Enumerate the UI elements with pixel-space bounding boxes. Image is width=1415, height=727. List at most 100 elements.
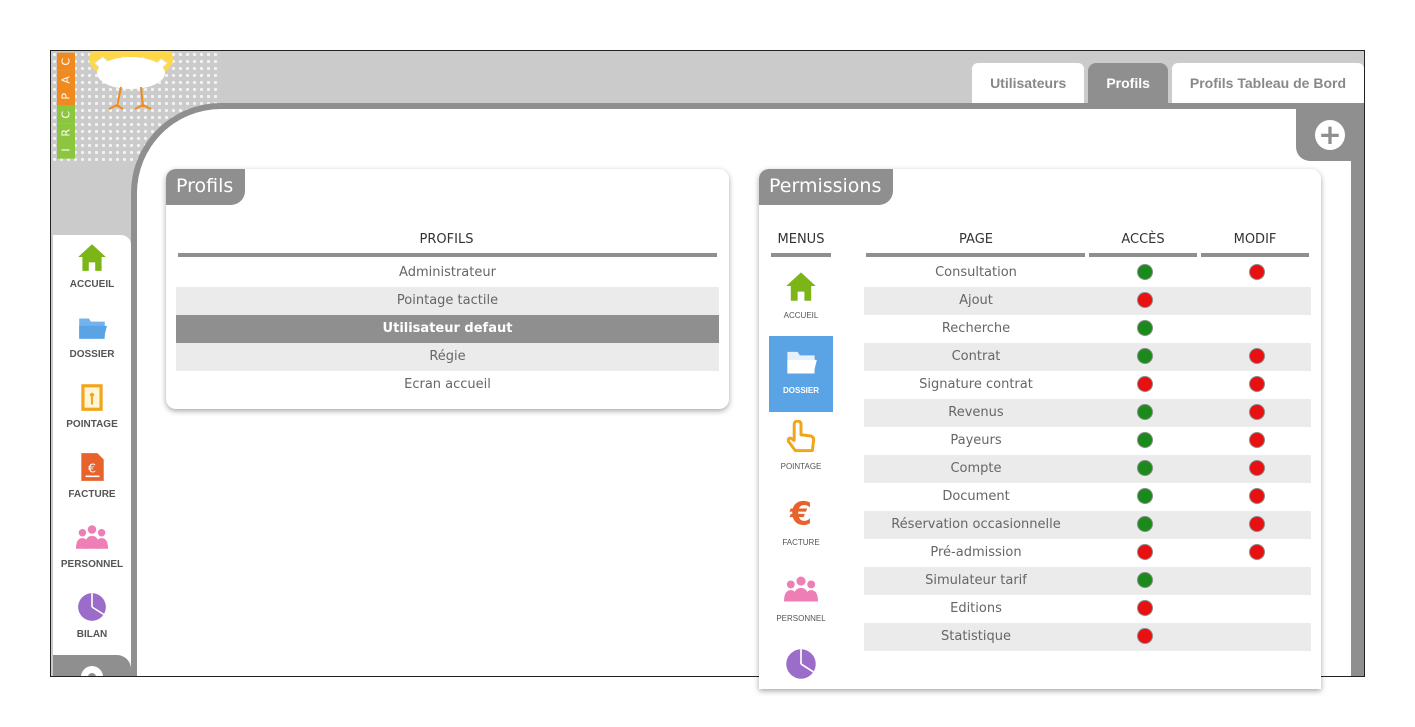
permission-row: Editions [864, 595, 1311, 623]
acces-toggle-red[interactable] [1137, 292, 1153, 308]
header-divider [1089, 253, 1197, 257]
menu-item-label: PERSONNEL [776, 614, 826, 623]
menu-item-label: DOSSIER [782, 386, 819, 395]
nav-item-facture[interactable]: € FACTURE [53, 451, 131, 500]
nav-item-pointage[interactable]: POINTAGE [53, 381, 131, 430]
pie-chart-icon [769, 647, 833, 685]
modif-toggle-red[interactable] [1249, 376, 1265, 392]
acces-toggle-green[interactable] [1137, 516, 1153, 532]
people-icon [769, 572, 833, 610]
home-icon [769, 269, 833, 307]
modif-header: MODIF [1233, 232, 1277, 247]
add-button[interactable]: + [1296, 109, 1364, 161]
plus-circle-icon: + [1315, 120, 1345, 150]
invoice-icon: € [53, 451, 131, 487]
svg-text:€: € [789, 496, 812, 530]
nav-item-label: DOSSIER [69, 349, 115, 360]
menu-item[interactable] [769, 639, 833, 689]
permission-row: Signature contrat [864, 371, 1311, 399]
permission-page-label: Revenus [948, 405, 1004, 420]
permission-page-label: Ajout [959, 293, 993, 308]
tab-utilisateurs[interactable]: Utilisateurs [972, 63, 1085, 103]
acces-toggle-green[interactable] [1137, 264, 1153, 280]
permissions-card: Permissions MENUS PAGE ACCÈS MODIF ACCUE… [759, 169, 1321, 689]
permission-page-label: Pré-admission [930, 545, 1022, 560]
permission-row: Payeurs [864, 427, 1311, 455]
nav-item-label: BILAN [76, 629, 108, 640]
menu-item-pointage[interactable]: POINTAGE [769, 412, 833, 484]
modif-toggle-red[interactable] [1249, 348, 1265, 364]
permission-page-label: Statistique [941, 629, 1011, 644]
acces-toggle-green[interactable] [1137, 348, 1153, 364]
permission-row: Pré-admission [864, 539, 1311, 567]
modif-toggle-red[interactable] [1249, 544, 1265, 560]
nav-item-bilan[interactable]: BILAN [53, 591, 131, 640]
menu-item-dossier[interactable]: DOSSIER [769, 336, 833, 412]
acces-toggle-red[interactable] [1137, 376, 1153, 392]
brand-letter: C [57, 106, 75, 124]
acces-toggle-green[interactable] [1137, 404, 1153, 420]
permission-row: Consultation [864, 259, 1311, 287]
permission-page-label: Payeurs [950, 433, 1002, 448]
menu-item-label: ACCUEIL [783, 311, 819, 320]
menu-item-label: FACTURE [782, 538, 820, 547]
modif-toggle-red[interactable] [1249, 488, 1265, 504]
profils-title: Profils [166, 169, 246, 205]
acces-toggle-green[interactable] [1137, 488, 1153, 504]
acces-toggle-red[interactable] [1137, 628, 1153, 644]
permission-row: Simulateur tarif [864, 567, 1311, 595]
permission-page-label: Réservation occasionnelle [891, 517, 1061, 532]
menu-item-personnel[interactable]: PERSONNEL [769, 564, 833, 636]
menu-item-label: POINTAGE [780, 462, 822, 471]
acces-header: ACCÈS [1121, 232, 1165, 247]
profil-row[interactable]: Ecran accueil [176, 371, 719, 399]
modif-toggle-red[interactable] [1249, 432, 1265, 448]
gear-icon [81, 666, 103, 676]
door-icon [53, 381, 131, 417]
menu-item-facture[interactable]: € FACTURE [769, 488, 833, 560]
modif-toggle-red[interactable] [1249, 516, 1265, 532]
acces-toggle-green[interactable] [1137, 460, 1153, 476]
permission-row: Revenus [864, 399, 1311, 427]
permission-row: Compte [864, 455, 1311, 483]
tab-profils-tableau-de-bord[interactable]: Profils Tableau de Bord [1171, 63, 1364, 103]
nav-item-label: PERSONNEL [60, 559, 124, 570]
profil-row[interactable]: Régie [176, 343, 719, 371]
modif-toggle-red[interactable] [1249, 264, 1265, 280]
profil-row[interactable]: Pointage tactile [176, 287, 719, 315]
permission-page-label: Editions [950, 601, 1002, 616]
brand-letter: R [57, 123, 75, 142]
permission-page-label: Compte [950, 461, 1002, 476]
nav-item-dossier[interactable]: DOSSIER [53, 311, 131, 360]
acces-toggle-green[interactable] [1137, 572, 1153, 588]
pie-chart-icon [53, 591, 131, 627]
scrollbar-track[interactable] [1351, 103, 1364, 676]
nav-item-label: ACCUEIL [69, 279, 115, 290]
acces-toggle-green[interactable] [1137, 320, 1153, 336]
profil-row[interactable]: Administrateur [176, 259, 719, 287]
header-divider [771, 253, 831, 257]
permission-row: Contrat [864, 343, 1311, 371]
acces-toggle-green[interactable] [1137, 432, 1153, 448]
chick-mascot-icon [89, 51, 173, 110]
tab-profils[interactable]: Profils [1088, 63, 1168, 103]
settings-button[interactable] [53, 655, 131, 676]
modif-toggle-red[interactable] [1249, 404, 1265, 420]
acces-toggle-red[interactable] [1137, 544, 1153, 560]
permission-page-label: Simulateur tarif [925, 573, 1027, 588]
permission-page-label: Consultation [935, 265, 1017, 280]
permission-row: Recherche [864, 315, 1311, 343]
permission-row: Document [864, 483, 1311, 511]
nav-item-personnel[interactable]: PERSONNEL [53, 521, 131, 570]
tab-bar: Utilisateurs Profils Profils Tableau de … [972, 63, 1364, 103]
nav-item-accueil[interactable]: ACCUEIL [53, 241, 131, 290]
modif-toggle-red[interactable] [1249, 460, 1265, 476]
header-divider [1201, 253, 1309, 257]
permission-page-label: Recherche [941, 321, 1011, 336]
profils-card: Profils PROFILS Administrateur Pointage t… [166, 169, 729, 409]
profil-row[interactable]: Utilisateur defaut [176, 315, 719, 343]
permission-page-label: Signature contrat [919, 377, 1033, 392]
brand-letter: P [57, 88, 75, 107]
menu-item-accueil[interactable]: ACCUEIL [769, 261, 833, 333]
acces-toggle-red[interactable] [1137, 600, 1153, 616]
